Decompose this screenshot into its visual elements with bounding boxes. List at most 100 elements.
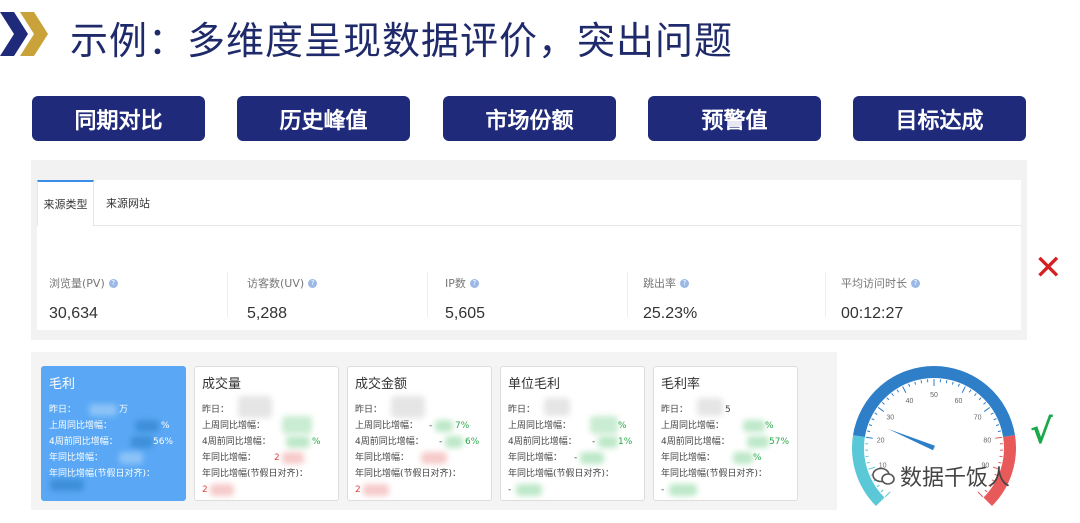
card-row: 年同比增幅(节假日对齐)： <box>355 469 462 479</box>
metric-ip: IP数? 5,605 <box>445 275 625 323</box>
pill-warning[interactable]: 预警值 <box>648 96 821 141</box>
metric-avg-duration: 平均访问时长? 00:12:27 <box>841 275 1021 323</box>
gauge-tick <box>978 397 982 401</box>
pill-market-share[interactable]: 市场份额 <box>443 96 616 141</box>
gauge-tick-label: 60 <box>955 398 963 405</box>
card-row: - <box>508 482 637 498</box>
card-row: 年同比增幅： <box>49 450 178 466</box>
help-icon[interactable]: ? <box>469 278 479 288</box>
tab-source-type[interactable]: 来源类型 <box>37 180 94 226</box>
gauge-tick <box>945 380 948 384</box>
card-title: 单位毛利 <box>508 377 561 392</box>
kpi-card-panel: 毛利 昨日：万 上周同比增幅：% 4周前同比增幅： 56% 年同比增幅： 年同比增… <box>31 352 837 510</box>
card-row: 2 <box>355 482 484 498</box>
card-row: 2 <box>202 482 331 498</box>
gauge-tick <box>968 389 972 393</box>
gauge-tick <box>951 381 954 385</box>
metric-label: 平均访问时长 <box>841 277 907 290</box>
card-row: 年同比增幅： - <box>508 450 637 466</box>
gauge-tick <box>995 424 1000 427</box>
chevron-logo-icon <box>0 12 48 56</box>
metric-value: 5,605 <box>445 305 486 322</box>
gauge-tick-label: 20 <box>877 438 885 445</box>
watermark-text: 数据千饭人 <box>900 466 1011 491</box>
cross-mark-icon: ✕ <box>1034 248 1063 288</box>
gauge-tick-label: 30 <box>886 414 894 421</box>
card-row: 年同比增幅(节假日对齐)： <box>202 469 309 479</box>
gauge-tick <box>995 436 1003 439</box>
card-title: 成交金额 <box>355 377 408 392</box>
gauge-tick <box>868 424 873 427</box>
kpi-card-unit-profit[interactable]: 单位毛利 昨日： 上周同比增幅：% 4周前同比增幅： -1% 年同比增幅： - 年同… <box>500 366 645 501</box>
divider <box>427 272 428 317</box>
gauge-tick <box>983 401 987 405</box>
gauge-tick <box>974 393 977 397</box>
card-row: 4周前同比增幅： 56% <box>49 436 174 448</box>
metric-uv: 访客数(UV)? 5,288 <box>247 275 427 323</box>
gauge-tick <box>881 401 885 405</box>
metric-value: 00:12:27 <box>841 305 904 322</box>
divider <box>825 272 826 317</box>
help-icon[interactable]: ? <box>308 278 318 288</box>
card-row: 4周前同比增幅：% <box>202 436 321 448</box>
gauge-tick <box>877 407 885 412</box>
pill-yoy[interactable]: 同期对比 <box>32 96 205 141</box>
wechat-icon <box>872 467 895 485</box>
traffic-panel: 来源类型 来源网站 浏览量(PV)? 30,634 访客数(UV)? 5,288… <box>31 160 1027 340</box>
gauge-tick-label: 70 <box>974 414 982 421</box>
pill-history-peak[interactable]: 历史峰值 <box>237 96 410 141</box>
metric-bounce: 跳出率? 25.23% <box>643 275 823 323</box>
pill-target[interactable]: 目标达成 <box>853 96 1026 141</box>
gauge-tick <box>891 393 894 397</box>
card-row: 昨日：万 <box>49 404 129 416</box>
card-row: 4周前同比增幅： -6% <box>355 436 480 448</box>
card-row: 4周前同比增幅： -1% <box>508 436 633 448</box>
gauge-tick <box>990 412 994 415</box>
gauge-tick <box>874 412 878 415</box>
card-row: 年同比增幅(节假日对齐)： <box>508 469 615 479</box>
help-icon[interactable]: ? <box>911 278 920 288</box>
gauge-tick <box>866 461 870 464</box>
card-row: 年同比增幅： <box>355 450 484 466</box>
card-row: 昨日： <box>355 396 484 418</box>
gauge-tick <box>977 491 984 498</box>
card-row: 昨日： 5 <box>661 398 790 418</box>
tab-bar: 来源类型 来源网站 <box>37 180 1021 226</box>
kpi-card-margin-rate[interactable]: 毛利率 昨日： 5 上周同比增幅：% 4周前同比增幅： 57% 年同比增幅：% 年同… <box>653 366 798 501</box>
gauge-tick <box>884 491 891 498</box>
gauge-tick <box>997 430 1001 433</box>
help-icon[interactable]: ? <box>680 278 689 288</box>
metric-pv: 浏览量(PV)? 30,634 <box>49 275 229 323</box>
watermark: 数据千饭人 <box>872 460 1010 492</box>
metric-label: 浏览量(PV) <box>49 277 105 290</box>
gauge-tick <box>993 418 997 421</box>
metric-label: IP数 <box>445 277 466 290</box>
card-title: 成交量 <box>202 377 242 392</box>
page-title: 示例：多维度呈现数据评价，突出问题 <box>70 19 734 63</box>
tab-source-site[interactable]: 来源网站 <box>99 180 157 225</box>
metric-value: 5,288 <box>247 305 288 322</box>
help-icon[interactable]: ? <box>108 278 118 288</box>
metric-label: 跳出率 <box>643 277 676 290</box>
kpi-card-gross-profit[interactable]: 毛利 昨日：万 上周同比增幅：% 4周前同比增幅： 56% 年同比增幅： 年同比增… <box>41 366 186 501</box>
card-row: 昨日： <box>508 398 637 418</box>
metric-value: 30,634 <box>49 305 98 322</box>
card-row: 上周同比增幅： <box>202 416 331 434</box>
card-row: 4周前同比增幅： 57% <box>661 436 790 448</box>
gauge-tick <box>957 383 960 387</box>
gauge-tick <box>871 418 875 421</box>
gauge-tick <box>961 386 966 393</box>
gauge-tick <box>867 430 871 433</box>
gauge-needle <box>887 428 935 451</box>
gauge-tick-label: 50 <box>930 392 938 399</box>
kpi-card-volume[interactable]: 成交量 昨日： 上周同比增幅： 4周前同比增幅：% 年同比增幅： 2 年同比增幅(… <box>194 366 339 501</box>
gauge-tick <box>896 389 900 393</box>
kpi-card-amount[interactable]: 成交金额 昨日： 上周同比增幅： -7% 4周前同比增幅： -6% 年同比增幅： 年… <box>347 366 492 501</box>
gauge-tick <box>886 397 890 401</box>
card-row: 年同比增幅(节假日对齐)： <box>661 469 768 479</box>
metric-label: 访客数(UV) <box>247 277 305 290</box>
card-title: 毛利 <box>49 377 76 392</box>
gauge-tick <box>914 381 917 385</box>
gauge-tick <box>908 383 911 387</box>
gauge-tick-label: 40 <box>906 398 914 405</box>
